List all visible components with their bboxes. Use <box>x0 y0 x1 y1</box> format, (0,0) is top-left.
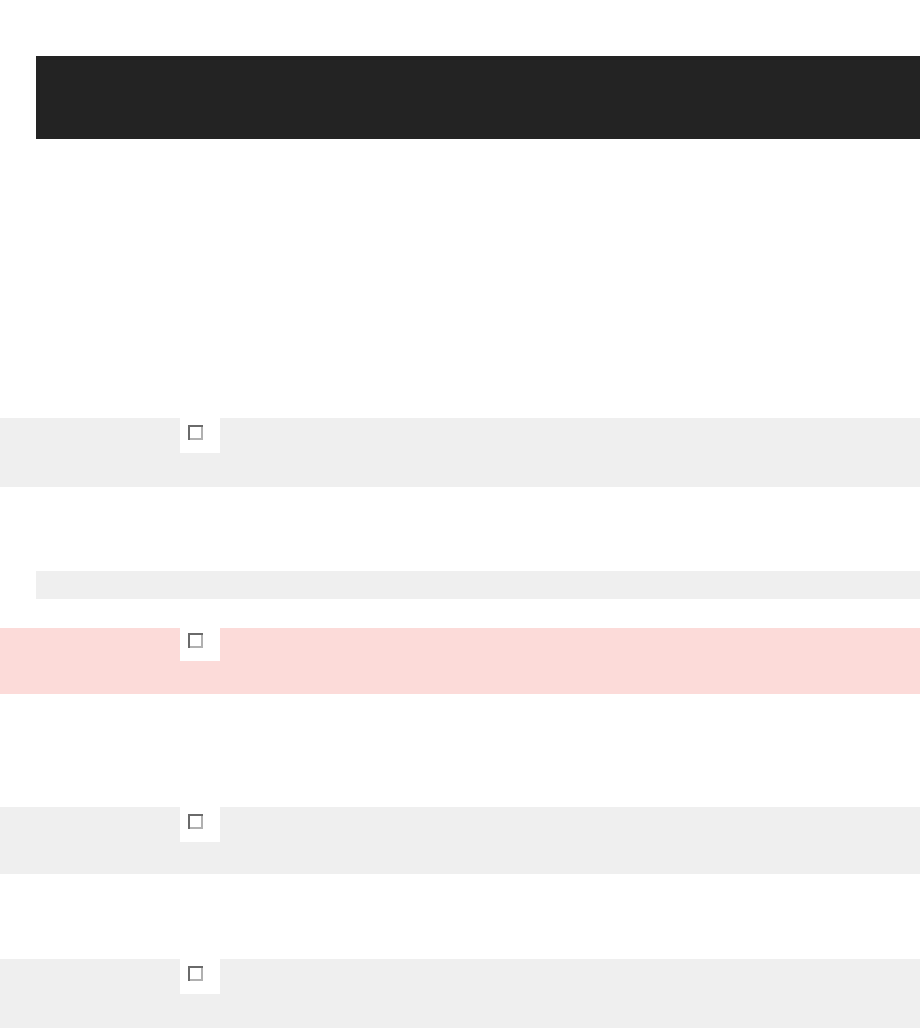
checkbox-icon[interactable] <box>188 966 203 981</box>
checkbox-icon[interactable] <box>188 633 203 648</box>
list-row-inset <box>36 571 920 599</box>
checkbox-icon[interactable] <box>188 425 203 440</box>
list-row <box>0 807 920 874</box>
checkbox-icon[interactable] <box>188 814 203 829</box>
list-row <box>0 418 920 487</box>
checkbox-cell <box>180 807 220 842</box>
list-row-highlighted <box>0 628 920 694</box>
checkbox-cell <box>180 959 220 994</box>
list-row <box>0 959 920 1028</box>
checkbox-cell <box>180 418 220 453</box>
checkbox-cell <box>180 626 220 661</box>
header-bar <box>36 56 920 139</box>
